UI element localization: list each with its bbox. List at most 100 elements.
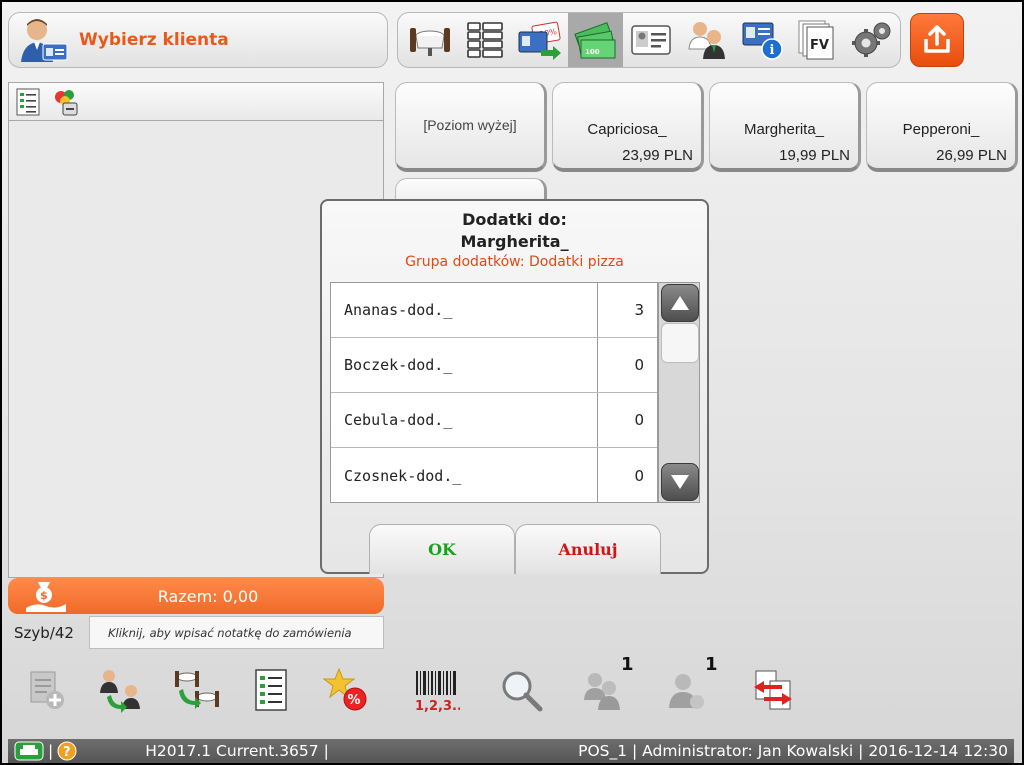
transfer-table-button[interactable] <box>172 664 222 716</box>
addon-quantity[interactable]: 0 <box>597 393 657 447</box>
share-upload-icon <box>924 25 950 53</box>
triangle-up-icon <box>671 296 689 310</box>
product-name: Margherita_ <box>743 121 825 138</box>
client-info-button[interactable]: i <box>734 13 789 67</box>
barcode-button[interactable]: 1,2,3... <box>411 664 461 716</box>
transfer-table-icon <box>175 671 219 709</box>
product-tile-capriciosa[interactable]: Capriciosa_ 23,99 PLN <box>552 82 704 172</box>
svg-text:%: % <box>348 693 361 708</box>
invoice-button[interactable]: FV <box>789 13 844 67</box>
product-price: 23,99 PLN <box>622 147 693 164</box>
waiters-button[interactable] <box>679 13 734 67</box>
info-card-icon: i <box>742 22 783 60</box>
swap-arrows-icon <box>754 670 792 710</box>
triangle-down-icon <box>671 475 689 489</box>
client-selector[interactable]: Wybierz klienta <box>8 12 388 68</box>
swap-button[interactable] <box>748 664 798 716</box>
search-icon <box>502 671 543 712</box>
product-tile-level-up[interactable]: [Poziom wyżej] <box>395 82 547 172</box>
session-info: POS_1 | Administrator: Jan Kowalski | 20… <box>578 742 1008 760</box>
dialog-product-name: Margherita_ <box>460 232 569 251</box>
id-card-button[interactable] <box>623 13 678 67</box>
transfer-users-icon <box>100 670 140 713</box>
users-group-icon <box>584 673 620 710</box>
addon-list: Ananas-dod._ 3 Boczek-dod._ 0 Cebula-dod… <box>330 282 658 503</box>
dialog-title: Dodatki do: <box>462 210 567 229</box>
status-bar: | ? H2017.1 Current.3657 | POS_1 | Admin… <box>8 739 1014 763</box>
search-button[interactable] <box>496 664 546 716</box>
scrollbar-thumb[interactable] <box>661 323 699 363</box>
waiter-group-badge: 1 <box>621 654 634 675</box>
printer-icon[interactable] <box>14 741 44 761</box>
settings-icon <box>852 22 891 57</box>
svg-text:1,2,3...: 1,2,3... <box>415 699 460 713</box>
dialog-addon-group: Grupa dodatków: Dodatki pizza <box>405 254 624 270</box>
transfer-waiter-button[interactable] <box>96 664 146 716</box>
id-card-icon <box>631 25 671 55</box>
addons-dialog: Dodatki do: Margherita_ Grupa dodatków: … <box>320 199 709 574</box>
discount-card-icon: 20% <box>518 21 562 60</box>
app-version: H2017.1 Current.3657 | <box>145 742 329 760</box>
client-avatar-icon <box>21 19 68 62</box>
addon-name: Czosnek-dod._ <box>344 466 462 485</box>
grid-icon <box>467 22 503 58</box>
order-list-icon[interactable] <box>15 87 41 117</box>
order-note-placeholder: Kliknij, aby wpisać notatkę do zamówieni… <box>108 625 352 640</box>
scroll-down-button[interactable] <box>661 463 699 501</box>
product-price: 19,99 PLN <box>779 147 850 164</box>
client-label: Wybierz klienta <box>79 30 229 50</box>
tables-button[interactable] <box>402 13 457 67</box>
svg-text:FV: FV <box>810 38 829 53</box>
svg-text:100: 100 <box>585 48 600 56</box>
addon-name: Boczek-dod._ <box>344 356 453 374</box>
addon-row[interactable]: Ananas-dod._ 3 <box>331 283 657 338</box>
help-icon[interactable]: ? <box>57 741 77 761</box>
promotion-discount-button[interactable]: % <box>322 664 372 716</box>
user-icon <box>669 674 704 709</box>
payment-button[interactable]: 100 <box>567 13 624 67</box>
discount-card-button[interactable]: 20% <box>513 13 568 67</box>
addon-row[interactable]: Czosnek-dod._ 0 <box>331 448 657 503</box>
addon-quantity[interactable]: 0 <box>597 338 657 392</box>
export-button[interactable] <box>910 13 964 67</box>
order-note-field[interactable]: Kliknij, aby wpisać notatkę do zamówieni… <box>89 616 384 649</box>
new-order-button[interactable] <box>22 664 72 716</box>
product-tile-pepperoni[interactable]: Pepperoni_ 26,99 PLN <box>866 82 1018 172</box>
addon-scrollbar[interactable] <box>658 282 700 503</box>
money-bag-icon: $ <box>26 582 66 612</box>
svg-text:$: $ <box>40 589 48 602</box>
users-icon <box>688 22 726 59</box>
settings-button[interactable] <box>845 13 900 67</box>
cancel-button[interactable]: Anuluj <box>515 524 661 574</box>
order-panel-header <box>9 83 383 121</box>
product-price: 26,99 PLN <box>936 147 1007 164</box>
addon-quantity[interactable]: 3 <box>597 283 657 337</box>
addon-row[interactable]: Cebula-dod._ 0 <box>331 393 657 448</box>
tables-icon <box>409 28 450 56</box>
addon-quantity[interactable]: 0 <box>597 448 657 503</box>
waiter-single-badge: 1 <box>705 654 718 675</box>
star-discount-icon: % <box>323 667 367 711</box>
order-details-button[interactable] <box>246 664 296 716</box>
svg-text:?: ? <box>63 745 71 760</box>
invoice-icon: FV <box>798 20 834 60</box>
top-toolbar: 20% 100 i FV <box>397 12 901 68</box>
add-document-icon <box>30 671 64 709</box>
product-tile-margherita[interactable]: Margherita_ 19,99 PLN <box>709 82 861 172</box>
addon-row[interactable]: Boczek-dod._ 0 <box>331 338 657 393</box>
svg-text:i: i <box>769 43 774 58</box>
scroll-up-button[interactable] <box>661 284 699 322</box>
status-separator: | <box>48 742 54 760</box>
addon-name: Cebula-dod._ <box>344 411 453 429</box>
product-name: Capriciosa_ <box>587 121 667 138</box>
barcode-icon: 1,2,3... <box>415 671 460 713</box>
product-name: Pepperoni_ <box>902 121 980 138</box>
order-total-bar[interactable]: $ Razem: 0,00 <box>8 578 384 614</box>
product-name: [Poziom wyżej] <box>423 117 517 133</box>
order-total: Razem: 0,00 <box>157 586 259 606</box>
grid-view-button[interactable] <box>457 13 512 67</box>
food-item-icon[interactable] <box>51 87 81 117</box>
table-number[interactable]: Szyb/42 <box>14 624 74 642</box>
ok-button[interactable]: OK <box>369 524 515 574</box>
cash-icon: 100 <box>573 22 616 59</box>
